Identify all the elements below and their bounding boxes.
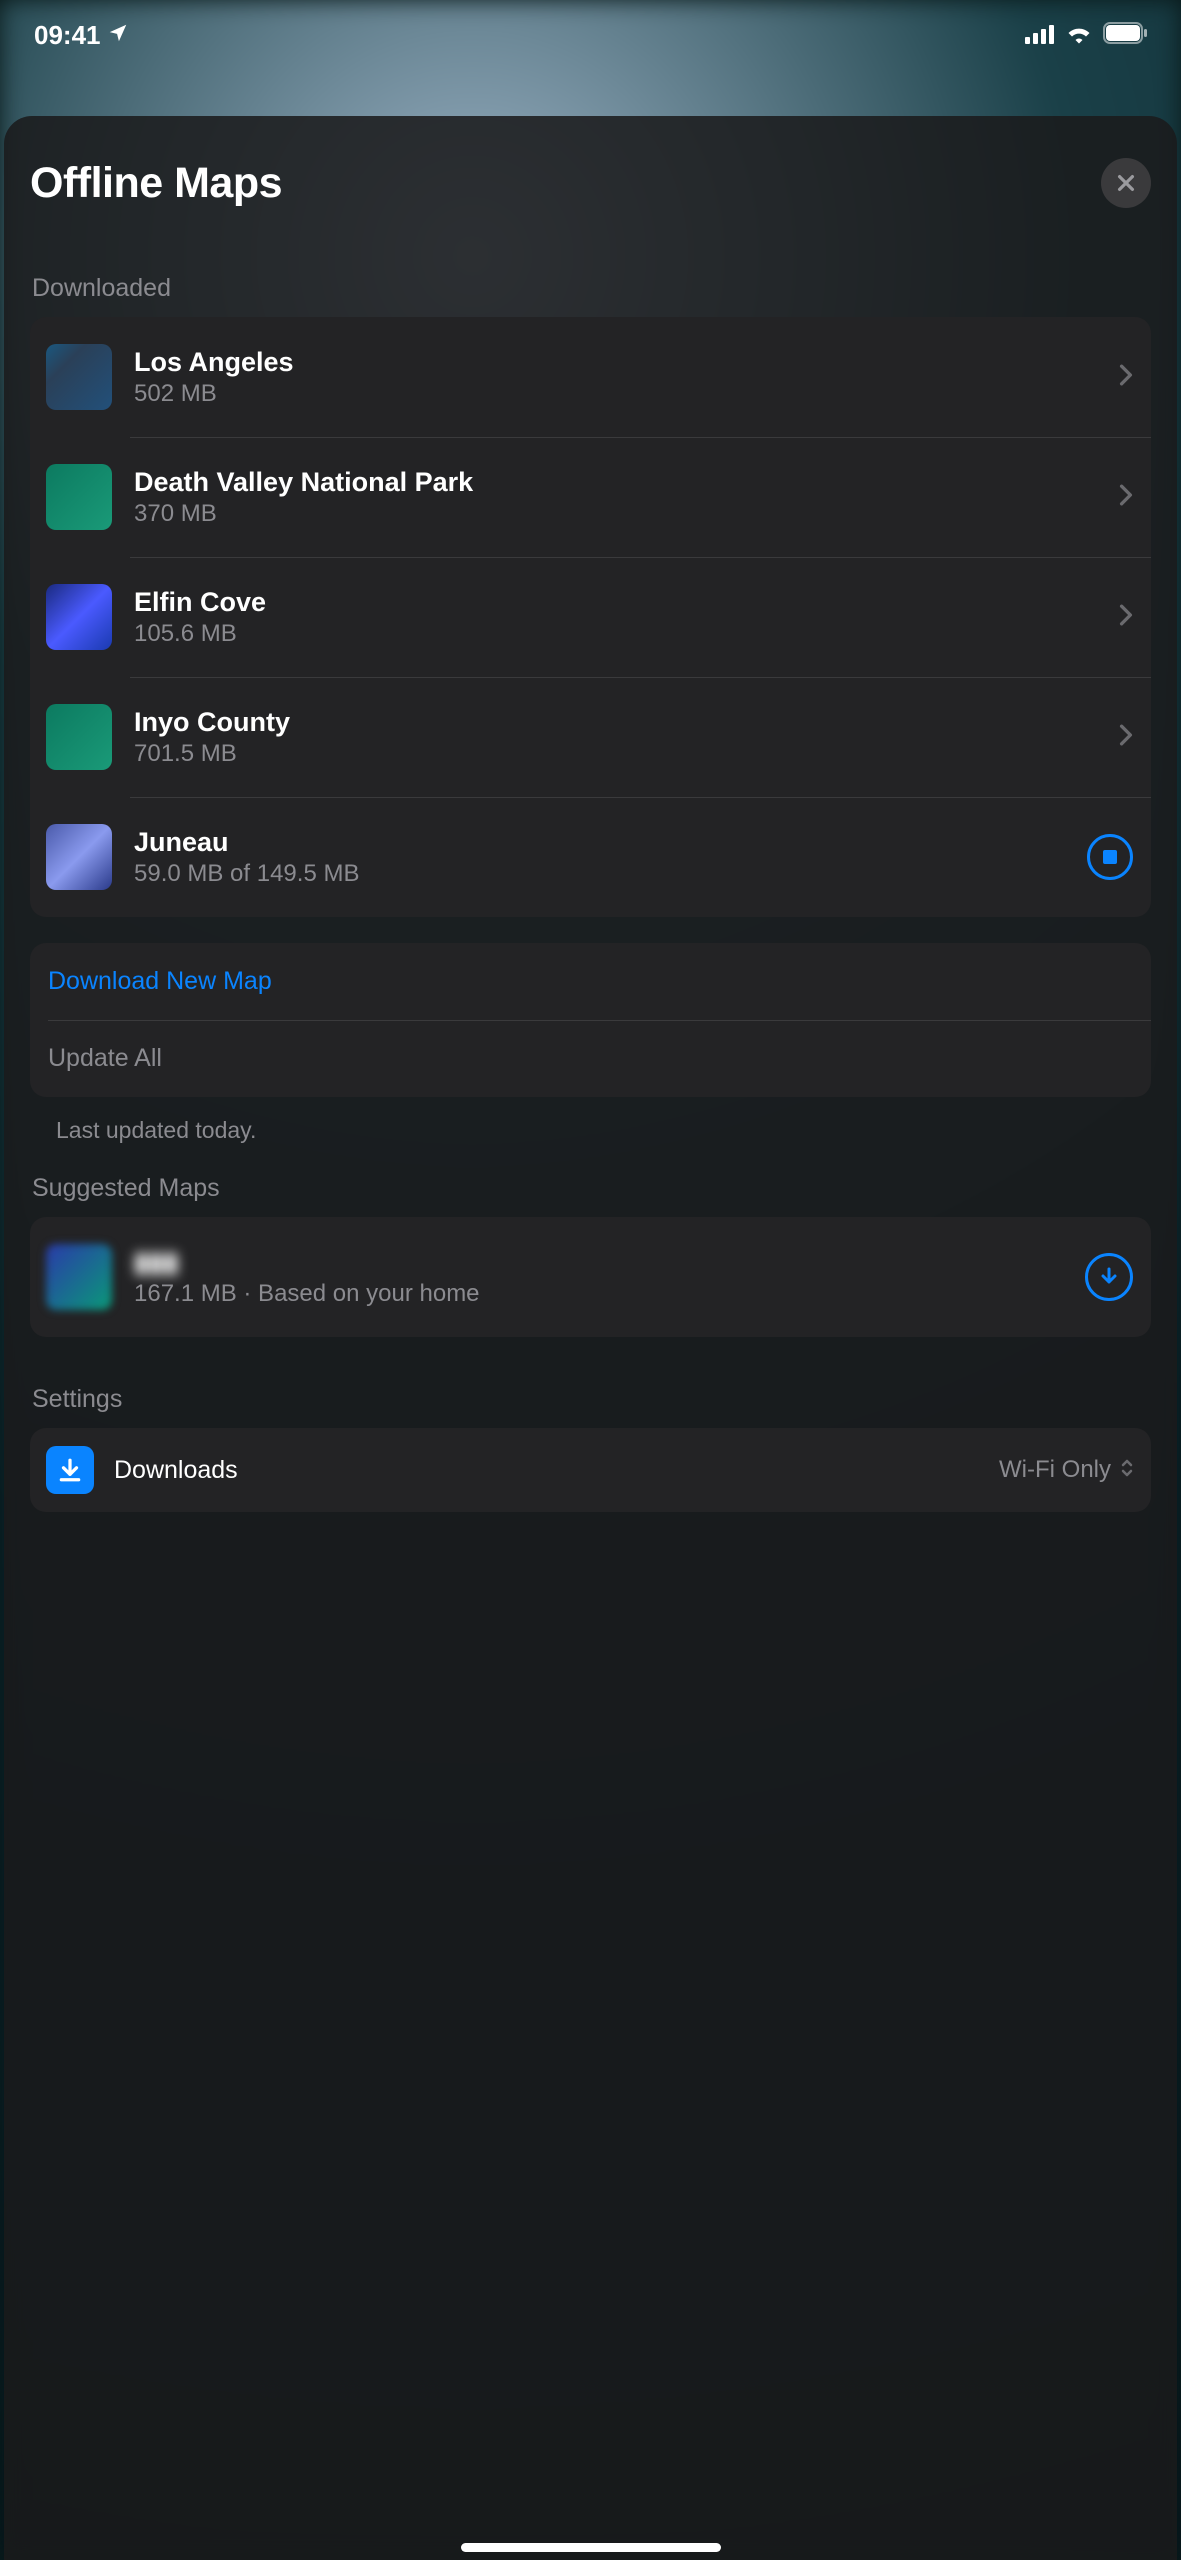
downloaded-item-inyo-county[interactable]: Inyo County 701.5 MB — [30, 677, 1151, 797]
actions-card: Download New Map Update All — [30, 943, 1151, 1097]
map-thumbnail — [46, 344, 112, 410]
map-size: 370 MB — [134, 500, 1109, 528]
map-size: 701.5 MB — [134, 740, 1109, 768]
map-thumbnail — [46, 704, 112, 770]
settings-list: Downloads Wi-Fi Only — [30, 1428, 1151, 1512]
downloaded-list: Los Angeles 502 MB Death Valley National… — [30, 317, 1151, 917]
battery-icon — [1103, 20, 1147, 51]
download-icon — [46, 1446, 94, 1494]
sheet-title: Offline Maps — [30, 159, 282, 208]
downloaded-item-los-angeles[interactable]: Los Angeles 502 MB — [30, 317, 1151, 437]
map-name: Death Valley National Park — [134, 467, 1109, 498]
map-name: Los Angeles — [134, 347, 1109, 378]
downloaded-section-label: Downloaded — [32, 274, 1151, 303]
close-button[interactable] — [1101, 158, 1151, 208]
downloaded-item-elfin-cove[interactable]: Elfin Cove 105.6 MB — [30, 557, 1151, 677]
download-new-map-button[interactable]: Download New Map — [30, 943, 1151, 1020]
map-name: ▮▮▮ — [134, 1247, 1085, 1278]
status-bar: 09:41 — [0, 0, 1181, 70]
settings-downloads-value: Wi-Fi Only — [999, 1456, 1111, 1484]
map-size: 105.6 MB — [134, 620, 1109, 648]
map-progress: 59.0 MB of 149.5 MB — [134, 860, 1087, 888]
update-all-button[interactable]: Update All — [30, 1020, 1151, 1097]
settings-downloads-label: Downloads — [114, 1456, 999, 1485]
settings-downloads-row[interactable]: Downloads Wi-Fi Only — [30, 1428, 1151, 1512]
cellular-icon — [1025, 20, 1055, 51]
map-name: Juneau — [134, 827, 1087, 858]
status-time: 09:41 — [34, 20, 101, 51]
stop-download-button[interactable] — [1087, 834, 1133, 880]
chevron-right-icon — [1119, 724, 1133, 751]
settings-section-label: Settings — [32, 1385, 1151, 1414]
map-size: 502 MB — [134, 380, 1109, 408]
map-name: Elfin Cove — [134, 587, 1109, 618]
map-thumbnail — [46, 824, 112, 890]
downloaded-item-death-valley[interactable]: Death Valley National Park 370 MB — [30, 437, 1151, 557]
suggested-list: ▮▮▮ 167.1 MB · Based on your home — [30, 1217, 1151, 1337]
map-thumbnail — [46, 584, 112, 650]
home-indicator[interactable] — [461, 2543, 721, 2552]
map-sub: 167.1 MB · Based on your home — [134, 1280, 1085, 1308]
map-thumbnail — [46, 464, 112, 530]
chevron-right-icon — [1119, 604, 1133, 631]
offline-maps-sheet: Offline Maps Downloaded Los Angeles 502 … — [4, 116, 1177, 2560]
suggested-section-label: Suggested Maps — [32, 1174, 1151, 1203]
chevron-right-icon — [1119, 484, 1133, 511]
chevron-right-icon — [1119, 364, 1133, 391]
last-updated-label: Last updated today. — [56, 1117, 1149, 1144]
wifi-icon — [1065, 20, 1093, 51]
up-down-chevron-icon — [1119, 1456, 1135, 1485]
map-name: Inyo County — [134, 707, 1109, 738]
location-icon — [107, 20, 129, 51]
download-button[interactable] — [1085, 1253, 1133, 1301]
downloaded-item-juneau[interactable]: Juneau 59.0 MB of 149.5 MB — [30, 797, 1151, 917]
map-thumbnail — [46, 1244, 112, 1310]
suggested-item[interactable]: ▮▮▮ 167.1 MB · Based on your home — [30, 1217, 1151, 1337]
